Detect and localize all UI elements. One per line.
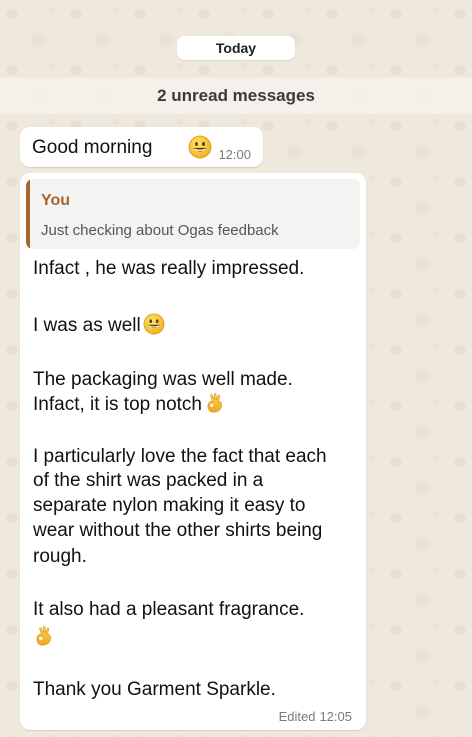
message-time: 12:00 — [218, 147, 251, 162]
message-line: of the shirt was packed in a — [33, 470, 264, 491]
message-line: The packaging was well made. — [33, 369, 293, 390]
message-time: 12:05 — [319, 709, 352, 724]
message-line — [33, 625, 55, 650]
unread-messages-banner: 2 unread messages — [0, 78, 472, 114]
message-line: I particularly love the fact that each — [33, 446, 327, 467]
message-line: separate nylon making it easy to — [33, 495, 306, 516]
edited-label: Edited — [278, 709, 316, 724]
message-line: Infact , he was really impressed. — [33, 258, 305, 279]
message-bubble-good-morning[interactable]: Good morning 12:00 — [20, 127, 263, 167]
message-line: It also had a pleasant fragrance. — [33, 599, 305, 620]
message-line: rough. — [33, 546, 87, 567]
ok-hand-icon — [33, 625, 55, 647]
quote-accent-bar — [26, 179, 30, 249]
quoted-author: You — [41, 192, 71, 209]
message-line: Thank you Garment Sparkle. — [33, 679, 276, 700]
quoted-reply[interactable]: You Just checking about Ogas feedback — [26, 179, 360, 249]
message-text: Good morning — [32, 137, 153, 158]
date-separator: Today — [177, 36, 295, 60]
message-line: Infact, it is top notch — [33, 392, 226, 417]
message-line: I was as well — [33, 313, 165, 338]
message-meta: Edited 12:05 — [279, 709, 352, 724]
message-line: wear without the other shirts being — [33, 520, 323, 541]
quoted-text: Just checking about Ogas feedback — [41, 222, 279, 239]
grinning-face-icon — [143, 313, 165, 335]
ok-hand-icon — [204, 392, 226, 414]
grinning-face-icon — [188, 135, 212, 159]
message-bubble-feedback[interactable]: You Just checking about Ogas feedback In… — [20, 173, 366, 730]
